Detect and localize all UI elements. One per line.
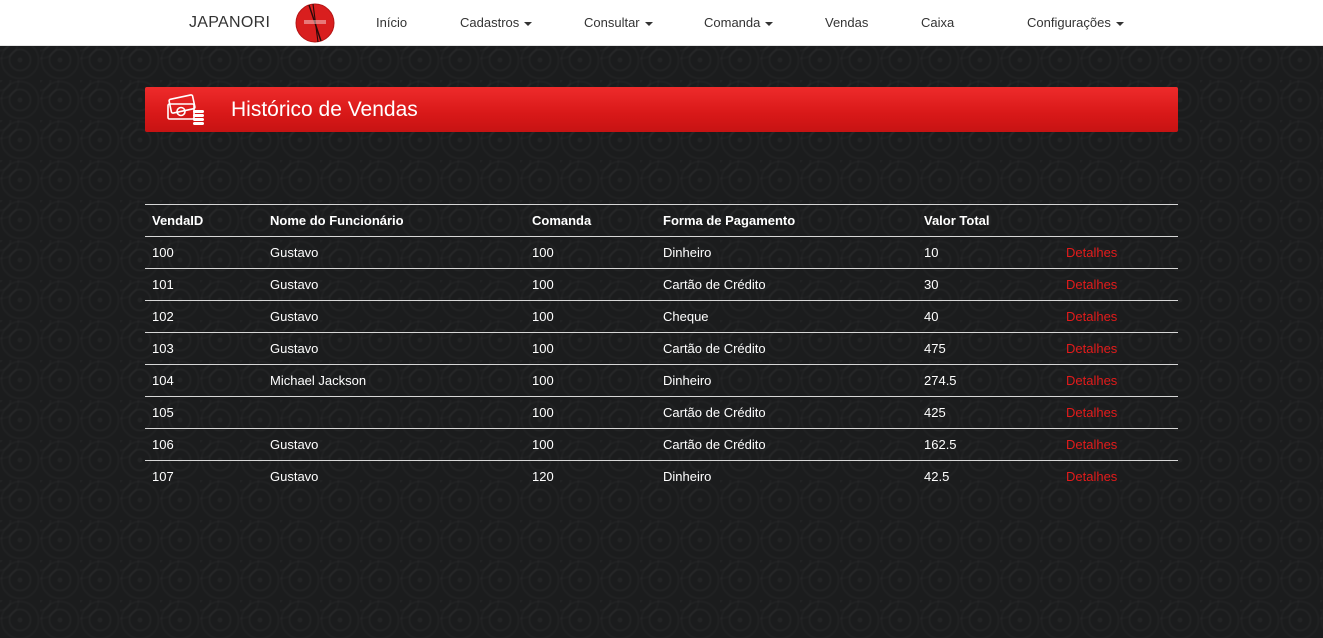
column-header-actions — [1059, 204, 1178, 237]
cell-comanda: 100 — [525, 364, 656, 397]
nav-vendas[interactable]: Vendas — [825, 15, 868, 30]
cell-vendaid: 105 — [145, 396, 263, 429]
details-link[interactable]: Detalhes — [1066, 437, 1117, 452]
cell-vendaid: 104 — [145, 364, 263, 397]
cell-actions: Detalhes — [1059, 428, 1178, 461]
cell-funcionario: Gustavo — [263, 460, 525, 493]
cell-vendaid: 101 — [145, 268, 263, 301]
details-link[interactable]: Detalhes — [1066, 277, 1117, 292]
cell-valor: 42.5 — [917, 460, 1059, 493]
cell-comanda: 100 — [525, 396, 656, 429]
table-row: 106 Gustavo 100 Cartão de Crédito 162.5 … — [145, 428, 1178, 461]
cell-funcionario: Michael Jackson — [263, 364, 525, 397]
page-title: Histórico de Vendas — [231, 98, 418, 121]
nav-cadastros[interactable]: Cadastros — [460, 15, 533, 30]
table-row: 101 Gustavo 100 Cartão de Crédito 30 Det… — [145, 268, 1178, 301]
cell-pagamento: Cartão de Crédito — [656, 428, 917, 461]
column-header-vendaid: VendaID — [145, 204, 263, 237]
column-header-valor: Valor Total — [917, 204, 1059, 237]
cell-comanda: 100 — [525, 236, 656, 269]
column-header-pagamento: Forma de Pagamento — [656, 204, 917, 237]
details-link[interactable]: Detalhes — [1066, 245, 1117, 260]
table-row: 107 Gustavo 120 Dinheiro 42.5 Detalhes — [145, 460, 1178, 493]
cell-pagamento: Cartão de Crédito — [656, 268, 917, 301]
table-row: 105 100 Cartão de Crédito 425 Detalhes — [145, 396, 1178, 429]
nav-comanda[interactable]: Comanda — [704, 15, 774, 30]
cell-funcionario: Gustavo — [263, 428, 525, 461]
cell-pagamento: Dinheiro — [656, 364, 917, 397]
cell-valor: 40 — [917, 300, 1059, 333]
caret-down-icon — [765, 21, 774, 26]
cell-vendaid: 102 — [145, 300, 263, 333]
cell-funcionario: Gustavo — [263, 300, 525, 333]
table-row: 102 Gustavo 100 Cheque 40 Detalhes — [145, 300, 1178, 333]
cell-pagamento: Cartão de Crédito — [656, 332, 917, 365]
cell-actions: Detalhes — [1059, 268, 1178, 301]
nav-configuracoes[interactable]: Configurações — [1027, 15, 1124, 30]
cell-pagamento: Cheque — [656, 300, 917, 333]
cell-valor: 30 — [917, 268, 1059, 301]
column-header-comanda: Comanda — [525, 204, 656, 237]
cell-actions: Detalhes — [1059, 396, 1178, 429]
details-link[interactable]: Detalhes — [1066, 309, 1117, 324]
cell-comanda: 100 — [525, 332, 656, 365]
money-cash-icon — [167, 94, 204, 125]
cell-valor: 274.5 — [917, 364, 1059, 397]
cell-valor: 10 — [917, 236, 1059, 269]
cell-valor: 162.5 — [917, 428, 1059, 461]
cell-funcionario — [263, 396, 525, 429]
nav-inicio[interactable]: Início — [376, 15, 407, 30]
cell-pagamento: Dinheiro — [656, 236, 917, 269]
cell-comanda: 100 — [525, 268, 656, 301]
caret-down-icon — [524, 21, 533, 26]
cell-vendaid: 106 — [145, 428, 263, 461]
cell-pagamento: Dinheiro — [656, 460, 917, 493]
brand-name[interactable]: JAPANORI — [189, 14, 270, 32]
sales-history-table: VendaID Nome do Funcionário Comanda Form… — [145, 204, 1178, 493]
table-row: 100 Gustavo 100 Dinheiro 10 Detalhes — [145, 236, 1178, 269]
table-row: 103 Gustavo 100 Cartão de Crédito 475 De… — [145, 332, 1178, 365]
nav-caixa[interactable]: Caixa — [921, 15, 954, 30]
japanori-logo[interactable] — [294, 3, 336, 43]
cell-actions: Detalhes — [1059, 460, 1178, 493]
cell-vendaid: 103 — [145, 332, 263, 365]
cell-actions: Detalhes — [1059, 236, 1178, 269]
cell-valor: 425 — [917, 396, 1059, 429]
cell-actions: Detalhes — [1059, 300, 1178, 333]
cell-pagamento: Cartão de Crédito — [656, 396, 917, 429]
cell-valor: 475 — [917, 332, 1059, 365]
column-header-funcionario: Nome do Funcionário — [263, 204, 525, 237]
details-link[interactable]: Detalhes — [1066, 405, 1117, 420]
cell-vendaid: 107 — [145, 460, 263, 493]
caret-down-icon — [1115, 21, 1124, 26]
cell-funcionario: Gustavo — [263, 236, 525, 269]
cell-comanda: 120 — [525, 460, 656, 493]
cell-actions: Detalhes — [1059, 364, 1178, 397]
top-navbar: JAPANORI Início Cadastros Consultar Coma… — [0, 0, 1323, 46]
details-link[interactable]: Detalhes — [1066, 373, 1117, 388]
cell-comanda: 100 — [525, 300, 656, 333]
table-row: 104 Michael Jackson 100 Dinheiro 274.5 D… — [145, 364, 1178, 397]
cell-actions: Detalhes — [1059, 332, 1178, 365]
table-header-row: VendaID Nome do Funcionário Comanda Form… — [145, 204, 1178, 237]
cell-funcionario: Gustavo — [263, 332, 525, 365]
caret-down-icon — [644, 21, 653, 26]
nav-consultar[interactable]: Consultar — [584, 15, 653, 30]
details-link[interactable]: Detalhes — [1066, 469, 1117, 484]
cell-vendaid: 100 — [145, 236, 263, 269]
cell-comanda: 100 — [525, 428, 656, 461]
details-link[interactable]: Detalhes — [1066, 341, 1117, 356]
cell-funcionario: Gustavo — [263, 268, 525, 301]
page-header-banner: Histórico de Vendas — [145, 87, 1178, 132]
